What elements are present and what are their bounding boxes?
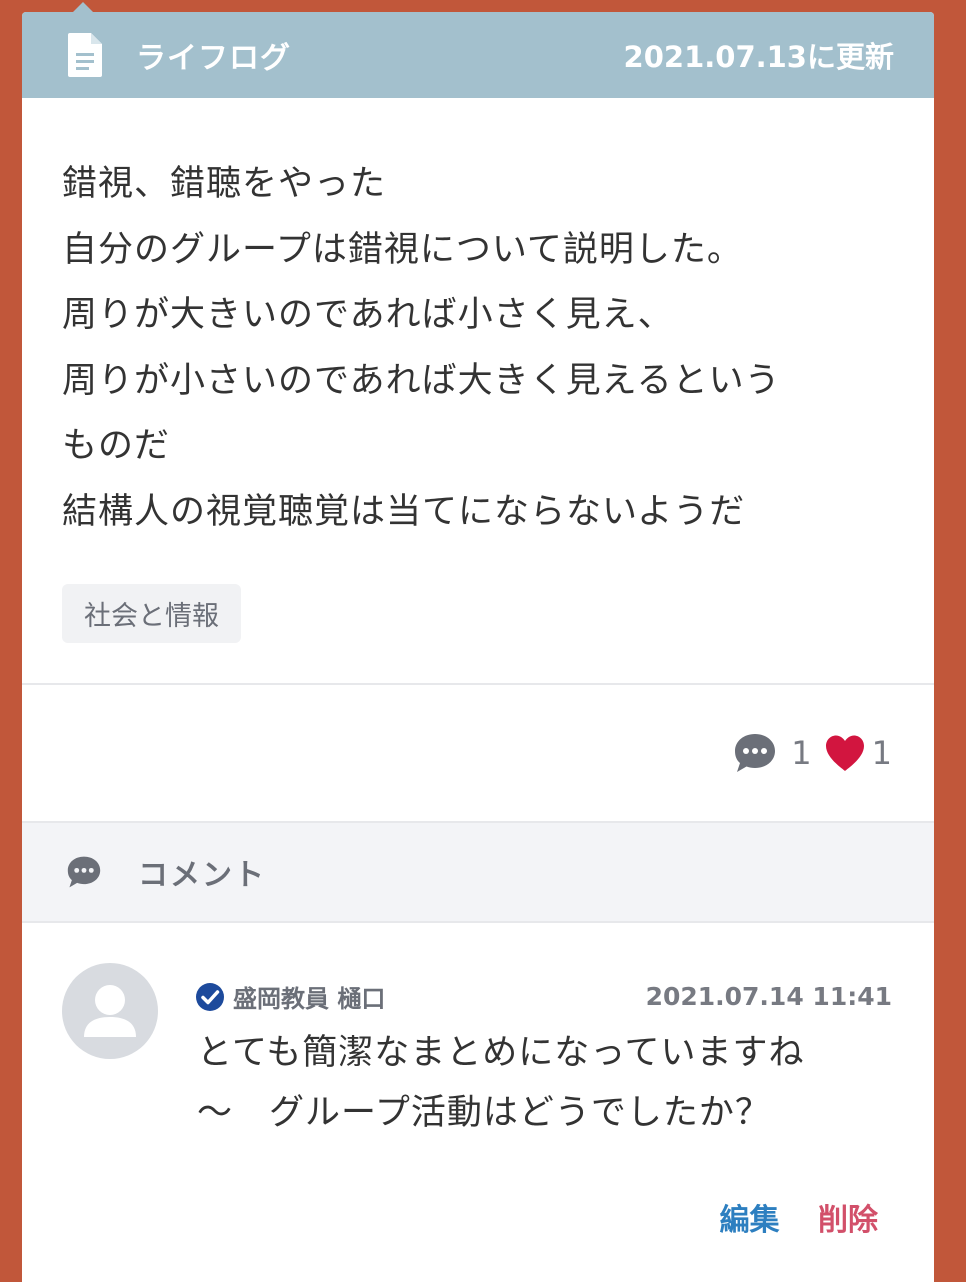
comment-text: とても簡潔なまとめになっていますね 〜 グループ活動はどうでしたか？ — [197, 1023, 894, 1143]
speech-bubble-icon — [67, 856, 101, 888]
document-icon — [68, 33, 102, 77]
comment-author[interactable]: 盛岡教員 樋口 — [233, 979, 646, 1014]
post-line: 自分のグループは錯視について説明した。 — [62, 229, 743, 270]
comment-item: 盛岡教員 樋口 2021.07.14 11:41 とても簡潔なまとめになっていま… — [22, 923, 934, 1282]
subject-tag[interactable]: 社会と情報 — [62, 584, 241, 643]
post-line: 結構人の視覚聴覚は当てにならないようだ — [62, 491, 746, 532]
post-line: ものだ — [62, 426, 171, 466]
post-line: 周りが小さいのであれば大きく見えるという — [62, 360, 781, 401]
like-count: 1 — [871, 734, 892, 772]
updated-date: 2021.07.13に更新 — [623, 40, 894, 74]
card-header: ライフログ 2021.07.13に更新 — [22, 12, 934, 98]
card-title: ライフログ — [136, 41, 291, 76]
lifelog-card: ライフログ 2021.07.13に更新 錯視、錯聴をやった 自分のグループは錯視… — [22, 12, 934, 1282]
post-line: 錯視、錯聴をやった — [62, 164, 387, 204]
comment-line: 〜 グループ活動はどうでしたか？ — [197, 1093, 771, 1133]
comment-count: 1 — [791, 734, 812, 772]
check-badge-icon — [196, 982, 224, 1011]
comments-label: コメント — [138, 858, 266, 893]
delete-button[interactable]: 削除 — [818, 1203, 878, 1238]
comment-actions: 編集 削除 — [720, 1195, 878, 1239]
comments-section-header: コメント — [22, 821, 934, 923]
speech-bubble-icon[interactable] — [733, 732, 777, 774]
comment-timestamp: 2021.07.14 11:41 — [645, 982, 892, 1011]
reaction-stats: 1 1 — [22, 685, 934, 821]
post-line: 周りが大きいのであれば小さく見え、 — [62, 295, 674, 335]
edit-button[interactable]: 編集 — [720, 1203, 780, 1238]
post-body: 錯視、錯聴をやった 自分のグループは錯視について説明した。 周りが大きいのであれ… — [22, 98, 934, 545]
heart-icon[interactable] — [824, 734, 866, 772]
comment-line: とても簡潔なまとめになっていますね — [197, 1033, 805, 1073]
comment-meta: 盛岡教員 樋口 2021.07.14 11:41 — [195, 979, 892, 1014]
user-avatar-icon[interactable] — [62, 963, 158, 1059]
